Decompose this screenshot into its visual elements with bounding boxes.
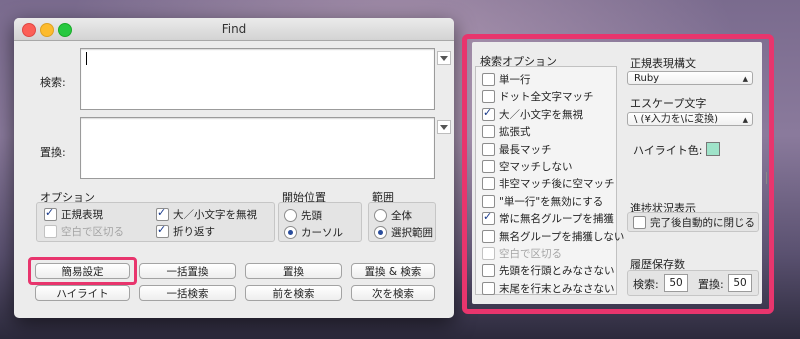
radio-mark bbox=[284, 226, 297, 239]
window-title: Find bbox=[221, 22, 247, 36]
replace-and-find-button[interactable]: 置換 & 検索 bbox=[351, 263, 435, 279]
text-cursor bbox=[86, 52, 87, 65]
range-selection-label: 選択範囲 bbox=[391, 227, 433, 239]
start-cursor-radio[interactable]: カーソル bbox=[284, 225, 343, 240]
options-highlight-frame bbox=[462, 34, 774, 314]
find-all-button[interactable]: 一括検索 bbox=[139, 285, 236, 301]
range-all-radio[interactable]: 全体 bbox=[374, 208, 412, 223]
find-previous-button[interactable]: 前を検索 bbox=[245, 285, 342, 301]
title-bar: Find bbox=[14, 18, 454, 41]
range-selection-radio[interactable]: 選択範囲 bbox=[374, 225, 433, 240]
replace-label: 置換: bbox=[40, 146, 66, 159]
replace-button[interactable]: 置換 bbox=[245, 263, 342, 279]
regex-checkbox[interactable]: 正規表現 bbox=[44, 206, 103, 222]
search-field[interactable] bbox=[80, 48, 435, 110]
radio-mark bbox=[374, 209, 387, 222]
simple-settings-highlight-frame bbox=[28, 257, 137, 285]
radio-mark bbox=[284, 209, 297, 222]
wrap-checkbox[interactable]: 折り返す bbox=[156, 223, 215, 239]
start-top-radio[interactable]: 先頭 bbox=[284, 208, 322, 223]
checkbox-mark bbox=[156, 223, 169, 238]
ignore-case-label: 大／小文字を無視 bbox=[173, 209, 257, 221]
find-next-button[interactable]: 次を検索 bbox=[351, 285, 435, 301]
split-space-label: 空白で区切る bbox=[61, 226, 124, 238]
ignore-case-checkbox[interactable]: 大／小文字を無視 bbox=[156, 206, 257, 222]
highlight-button[interactable]: ハイライト bbox=[35, 285, 130, 301]
checkbox-mark bbox=[44, 225, 57, 238]
range-all-label: 全体 bbox=[391, 210, 412, 222]
checkbox-mark bbox=[44, 206, 57, 221]
radio-mark bbox=[374, 226, 387, 239]
start-cursor-label: カーソル bbox=[301, 227, 343, 239]
checkbox-mark bbox=[156, 206, 169, 221]
replace-field[interactable] bbox=[80, 117, 435, 179]
regex-label: 正規表現 bbox=[61, 209, 103, 221]
split-space-checkbox: 空白で区切る bbox=[44, 224, 124, 239]
start-top-label: 先頭 bbox=[301, 210, 322, 222]
replace-history-dropdown[interactable] bbox=[437, 120, 451, 134]
search-history-dropdown[interactable] bbox=[437, 51, 451, 65]
replace-all-button[interactable]: 一括置換 bbox=[139, 263, 236, 279]
search-label: 検索: bbox=[40, 76, 66, 89]
wrap-label: 折り返す bbox=[173, 226, 215, 238]
